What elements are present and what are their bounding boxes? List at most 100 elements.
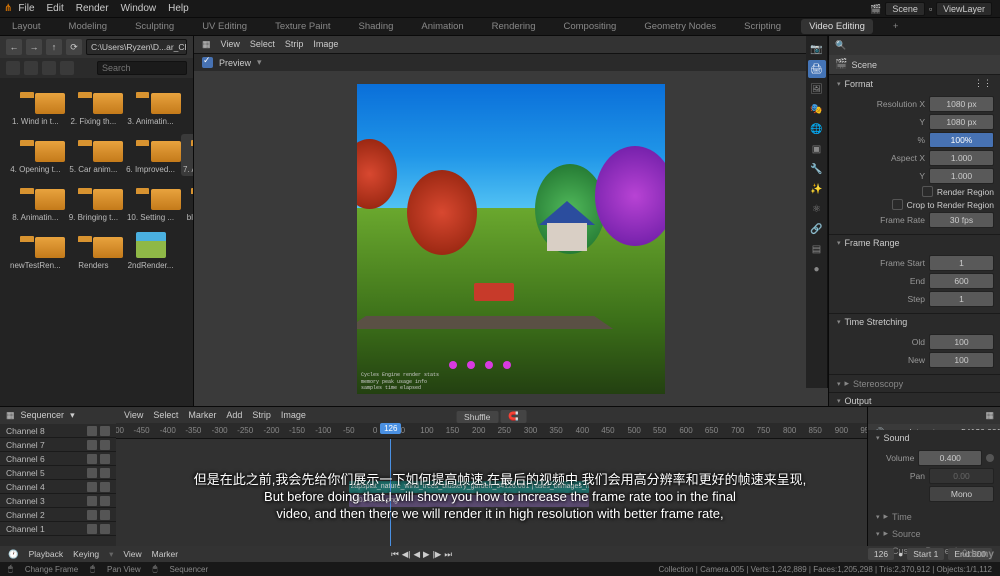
frame-start-bar[interactable]: Start 1 [907,548,944,560]
current-frame-field[interactable]: 126 [868,548,894,560]
play-icon[interactable]: ▶ [423,549,430,560]
lock-icon[interactable] [100,454,110,464]
resolution-x-field[interactable]: 1080 px [929,96,994,112]
autokey-icon[interactable]: ● [898,549,903,559]
seq-add-menu[interactable]: Add [226,410,242,420]
particles-tab-icon[interactable]: ✨ [808,180,826,198]
lock-icon[interactable] [100,468,110,478]
data-tab-icon[interactable]: ▤ [808,240,826,258]
audio-strip[interactable]: zapsplat_nature_wind_trees_blustery_gard… [349,481,589,493]
panel-menu-icon[interactable]: ⋮⋮ [974,78,992,89]
stretch-new-field[interactable]: 100 [929,352,994,368]
path-field[interactable]: C:\Users\Ryzen\D...ar_Character_more\ [86,39,187,55]
object-tab-icon[interactable]: ▣ [808,140,826,158]
up-icon[interactable]: ↑ [46,39,62,55]
preview-checkbox[interactable] [202,57,213,68]
view-menu[interactable]: View [123,549,141,559]
mute-icon[interactable] [87,510,97,520]
tab-modeling[interactable]: Modeling [61,19,116,34]
menu-edit[interactable]: Edit [41,1,70,16]
tab-rendering[interactable]: Rendering [484,19,544,34]
folder-item[interactable]: Renders [67,230,120,272]
channel-row[interactable]: Channel 8 [0,424,116,438]
playback-menu[interactable]: Playback [29,549,64,559]
tab-compositing[interactable]: Compositing [556,19,625,34]
resolution-pct-field[interactable]: 100% [929,132,994,148]
snap-toggle[interactable]: 🧲 [500,410,527,423]
next-key-icon[interactable]: |▶ [433,549,442,560]
menu-window[interactable]: Window [115,1,163,16]
mute-icon[interactable] [87,454,97,464]
editor-type-icon[interactable]: ▦ [6,410,15,421]
strip-props-icon[interactable]: ▦ [985,410,994,421]
format-panel-header[interactable]: Format⋮⋮ [829,75,1000,92]
stereo-header[interactable]: ▸ Stereoscopy [829,375,1000,392]
preview-strip-menu[interactable]: Strip [285,39,304,50]
folder-item[interactable]: blend Files [181,182,193,224]
mute-icon[interactable] [87,496,97,506]
preview-select-menu[interactable]: Select [250,39,275,50]
mute-icon[interactable] [87,468,97,478]
mute-icon[interactable] [87,482,97,492]
jump-start-icon[interactable]: ⏮ [391,549,399,560]
tab-videoediting[interactable]: Video Editing [801,19,873,34]
mute-icon[interactable] [87,426,97,436]
menu-file[interactable]: File [12,1,40,16]
channel-row[interactable]: Channel 3 [0,494,116,508]
viewlayer-tab-icon[interactable]: 🖼 [808,80,826,98]
folder-item[interactable]: 9. Bringing t... [67,182,120,224]
framerate-field[interactable]: 30 fps [929,212,994,228]
marker-menu[interactable]: Marker [152,549,178,559]
frame-ruler[interactable]: -500-450-400-350-300-250-200-150-100-500… [116,423,867,439]
view-thumb-icon[interactable] [42,61,56,75]
forward-icon[interactable]: → [26,39,42,55]
scene-name[interactable]: Scene [885,2,925,16]
tab-animation[interactable]: Animation [413,19,471,34]
lock-icon[interactable] [100,426,110,436]
search-input[interactable] [97,61,187,75]
lock-icon[interactable] [100,510,110,520]
tab-scripting[interactable]: Scripting [736,19,789,34]
physics-tab-icon[interactable]: ⚛ [808,200,826,218]
channel-row[interactable]: Channel 4 [0,480,116,494]
overlap-mode-field[interactable]: Shuffle [456,411,498,423]
viewlayer-name[interactable]: ViewLayer [936,2,992,16]
volume-field[interactable]: 0.400 [918,450,982,466]
seq-image-menu[interactable]: Image [281,410,306,420]
render-tab-icon[interactable]: 📷 [808,40,826,58]
seq-select-menu[interactable]: Select [153,410,178,420]
aspect-y-field[interactable]: 1.000 [929,168,994,184]
output-tab-icon[interactable]: 🖨 [808,60,826,78]
channel-row[interactable]: Channel 7 [0,438,116,452]
channel-row[interactable]: Channel 6 [0,452,116,466]
keying-menu[interactable]: Keying [73,549,99,559]
dropdown-icon[interactable]: ▾ [257,57,262,68]
search-icon[interactable]: 🔍 [835,40,846,51]
preview-image-menu[interactable]: Image [313,39,338,50]
sort-icon[interactable] [60,61,74,75]
seq-view-menu[interactable]: View [124,410,143,420]
folder-item[interactable]: 4. Opening t... [8,134,63,176]
constraints-tab-icon[interactable]: 🔗 [808,220,826,238]
menu-render[interactable]: Render [70,1,115,16]
stretch-old-field[interactable]: 100 [929,334,994,350]
seq-strip-menu[interactable]: Strip [252,410,271,420]
world-tab-icon[interactable]: 🌐 [808,120,826,138]
modifier-tab-icon[interactable]: 🔧 [808,160,826,178]
folder-item[interactable]: 1. Wind in t... [8,86,63,128]
lock-icon[interactable] [100,496,110,506]
tab-add[interactable]: + [885,19,907,34]
lock-icon[interactable] [100,524,110,534]
sound-panel-header[interactable]: Sound [868,430,1000,446]
back-icon[interactable]: ← [6,39,22,55]
mute-icon[interactable] [87,440,97,450]
tab-shading[interactable]: Shading [351,19,402,34]
preview-canvas[interactable]: File: Final_10 Modeling and Animation in… [194,71,828,406]
tab-uvediting[interactable]: UV Editing [194,19,255,34]
keyframe-icon[interactable] [986,454,994,462]
lock-icon[interactable] [100,482,110,492]
dropdown-icon[interactable]: ▾ [70,410,75,421]
preview-view-menu[interactable]: View [221,39,240,50]
track-area[interactable]: zapsplat_nature_wind_trees_blustery_gard… [116,439,867,546]
tab-texturepaint[interactable]: Texture Paint [267,19,338,34]
